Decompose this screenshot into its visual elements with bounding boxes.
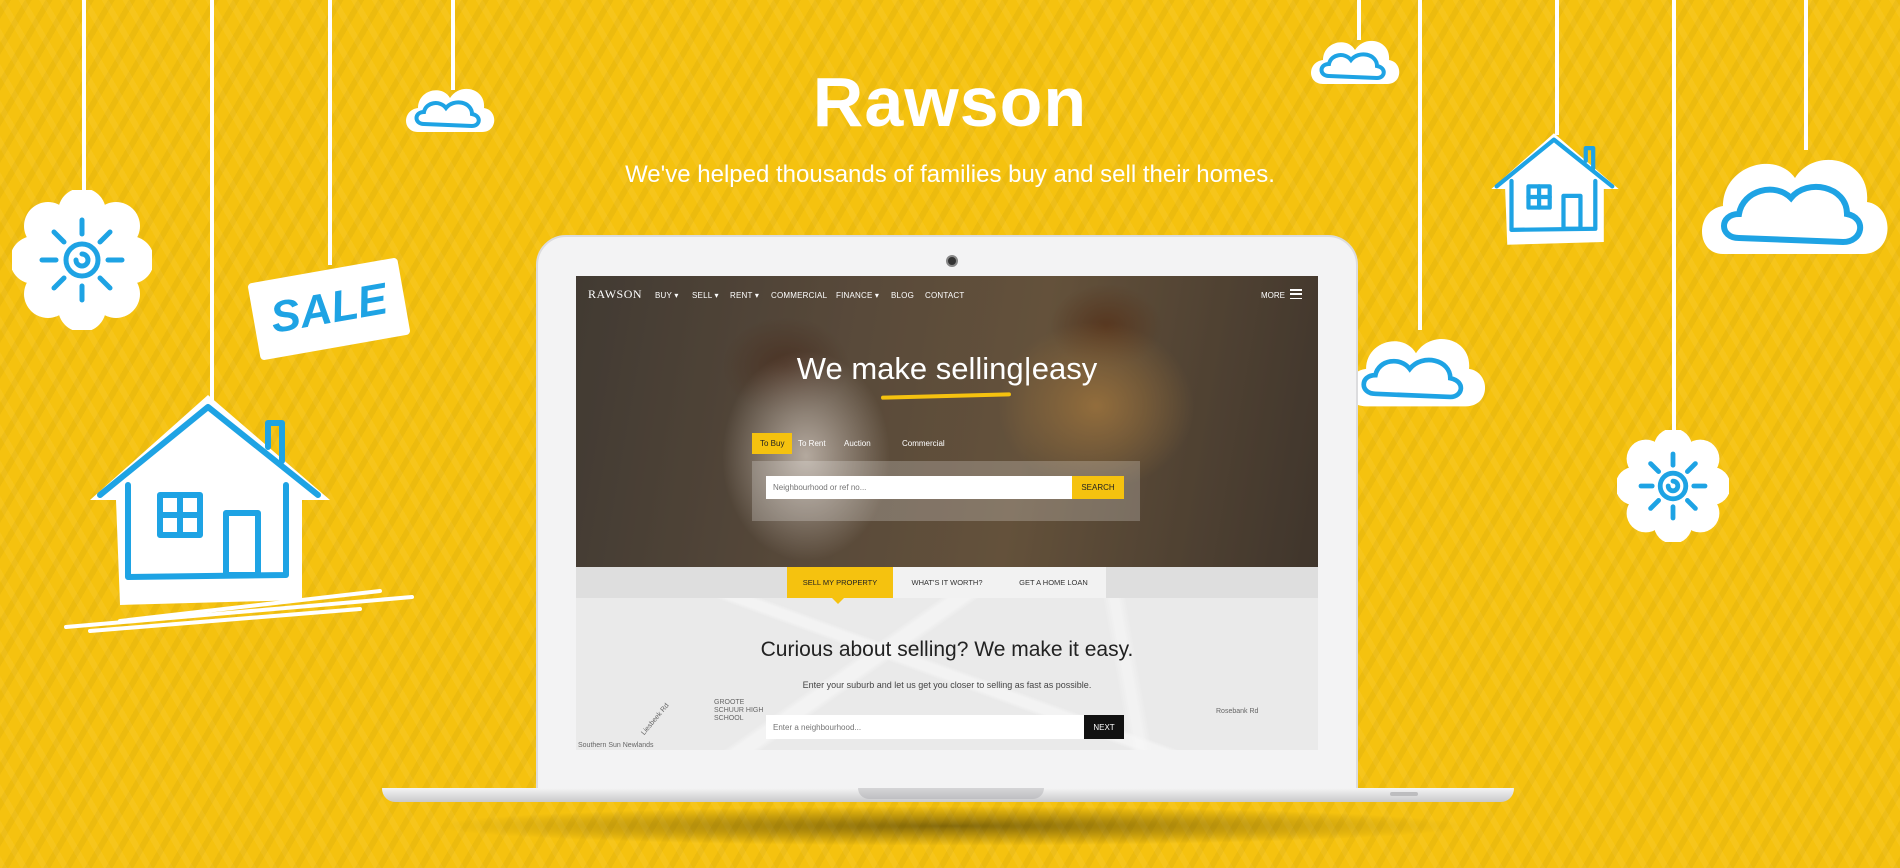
- ground-lines: [64, 589, 414, 633]
- nav-item-buy[interactable]: BUY ▾: [655, 291, 679, 300]
- search-button[interactable]: SEARCH: [1072, 476, 1124, 499]
- page-tagline: We've helped thousands of families buy a…: [625, 161, 1275, 188]
- hero-headline: We make selling|easy: [576, 351, 1318, 387]
- tab-commercial[interactable]: Commercial: [894, 433, 953, 454]
- cloud-icon: [1347, 338, 1486, 407]
- section-subtitle: Enter your suburb and let us get you clo…: [802, 680, 1092, 690]
- laptop-shadow: [430, 806, 1470, 846]
- hamburger-menu-icon[interactable]: [1290, 289, 1302, 299]
- tab-to-rent[interactable]: To Rent: [790, 433, 834, 454]
- site-nav: RAWSON BUY ▾ SELL ▾ RENT ▾ COMMERCIAL FI…: [576, 276, 1318, 316]
- section-title: Curious about selling? We make it easy.: [760, 638, 1134, 661]
- sale-sign-text: SALE: [266, 274, 391, 343]
- nav-more[interactable]: MORE: [1261, 291, 1285, 300]
- hanging-string: [210, 0, 214, 400]
- hero-headline-main: We make selling: [796, 351, 1024, 386]
- site-logo[interactable]: RAWSON: [588, 287, 642, 302]
- cloud-icon: [1702, 159, 1888, 254]
- tab-get-a-home-loan[interactable]: GET A HOME LOAN: [1001, 567, 1106, 598]
- search-input[interactable]: [766, 476, 1072, 499]
- map-label: GROOTE SCHUUR HIGH SCHOOL: [714, 699, 764, 722]
- hero-headline-word: easy: [1031, 351, 1098, 386]
- nav-item-finance[interactable]: FINANCE ▾: [836, 291, 879, 300]
- nav-item-blog[interactable]: BLOG: [891, 291, 914, 300]
- sun-flower-icon: [12, 190, 152, 330]
- nav-item-sell[interactable]: SELL ▾: [692, 291, 719, 300]
- house-icon: [90, 395, 330, 605]
- page-title: Rawson: [812, 63, 1088, 141]
- map-label: Rosebank Rd: [1216, 708, 1259, 715]
- tab-auction[interactable]: Auction: [836, 433, 879, 454]
- tab-sell-my-property[interactable]: SELL MY PROPERTY: [787, 567, 893, 598]
- camera-icon: [946, 255, 958, 267]
- nav-item-contact[interactable]: CONTACT: [925, 291, 964, 300]
- tab-to-buy[interactable]: To Buy: [752, 433, 793, 454]
- laptop-notch: [858, 788, 1044, 799]
- house-icon: [1491, 133, 1619, 245]
- next-button[interactable]: NEXT: [1084, 715, 1124, 739]
- laptop-screen: RAWSON BUY ▾ SELL ▾ RENT ▾ COMMERCIAL FI…: [576, 276, 1318, 750]
- laptop-slot: [1390, 792, 1418, 796]
- map-label: Southern Sun Newlands: [578, 742, 654, 749]
- nav-item-rent[interactable]: RENT ▾: [730, 291, 759, 300]
- sale-sign: SALE: [247, 257, 411, 361]
- neighbourhood-input[interactable]: [766, 715, 1084, 739]
- sun-flower-icon: [1617, 430, 1729, 542]
- active-tab-arrow: [832, 598, 844, 604]
- hero-overlay: [576, 276, 1318, 567]
- sell-tabs: SELL MY PROPERTY WHAT'S IT WORTH? GET A …: [787, 567, 1106, 604]
- nav-item-commercial[interactable]: COMMERCIAL: [771, 291, 827, 300]
- tab-whats-it-worth[interactable]: WHAT'S IT WORTH?: [893, 567, 1001, 598]
- typing-caret: |: [1023, 351, 1032, 386]
